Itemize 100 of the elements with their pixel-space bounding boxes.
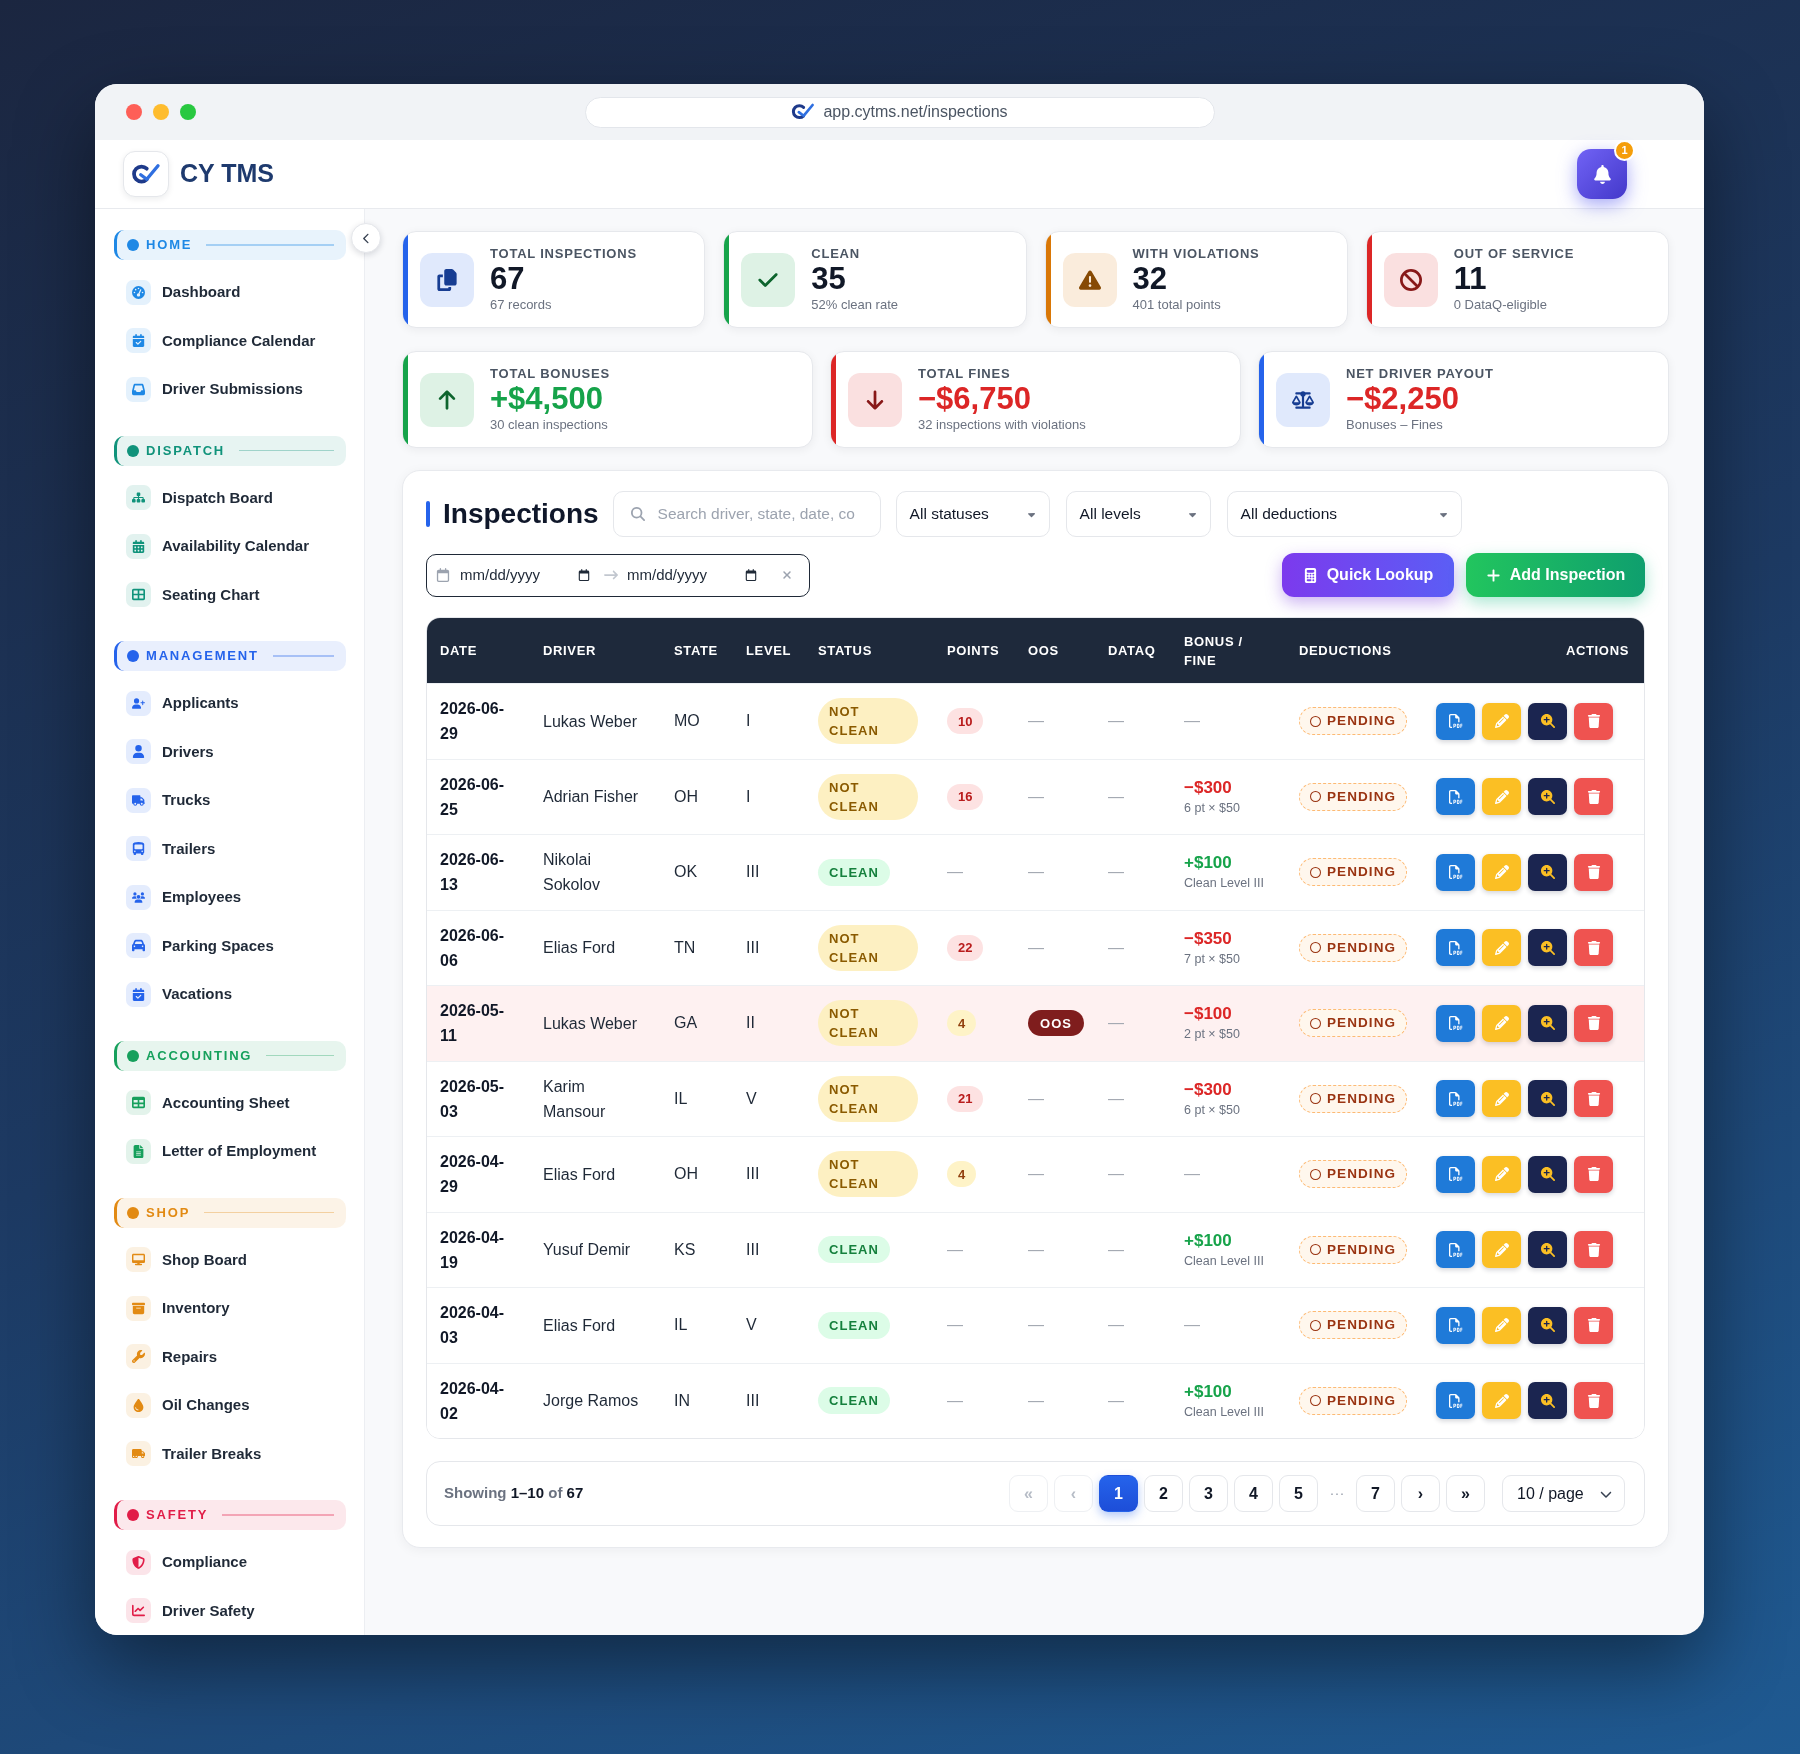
state-code: MO <box>674 711 700 732</box>
sidebar-item[interactable]: Seating Chart <box>114 570 346 619</box>
empty-value: — <box>1028 937 1044 958</box>
sidebar-item[interactable]: Availability Calendar <box>114 522 346 571</box>
sidebar-item[interactable]: Dispatch Board <box>114 473 346 522</box>
sidebar-item[interactable]: Compliance Calendar <box>114 316 346 365</box>
delete-button[interactable] <box>1574 853 1613 891</box>
sidebar-item[interactable]: Accounting Sheet <box>114 1078 346 1127</box>
column-header: ACTIONS <box>1565 642 1629 660</box>
zoom-button[interactable] <box>1528 1080 1567 1118</box>
page-button[interactable]: 5 <box>1279 1475 1318 1512</box>
sidebar-item[interactable]: Letter of Employment <box>114 1127 346 1176</box>
bonus-fine-amount: −$350 <box>1184 927 1233 950</box>
empty-value: — <box>1108 1315 1124 1336</box>
pencil-icon <box>1494 1393 1509 1408</box>
delete-button[interactable] <box>1574 1004 1613 1042</box>
start-date-input[interactable]: mm/dd/yyyy <box>460 563 566 587</box>
filter-dropdown[interactable]: All levels <box>1065 491 1211 537</box>
sidebar-item[interactable]: Repairs <box>114 1332 346 1381</box>
pdf-button[interactable] <box>1436 929 1475 967</box>
filter-dropdown[interactable]: All statuses <box>895 491 1050 537</box>
trash-icon <box>1586 1318 1601 1333</box>
sidebar-item[interactable]: Driver Safety <box>114 1586 346 1635</box>
page-nav-button[interactable]: » <box>1446 1475 1485 1512</box>
sidebar-item[interactable]: Applicants <box>114 679 346 728</box>
zoom-button[interactable] <box>1528 1155 1567 1193</box>
end-date-input[interactable]: mm/dd/yyyy <box>627 563 733 587</box>
delete-button[interactable] <box>1574 1382 1613 1420</box>
bus-icon <box>126 836 151 862</box>
pdf-button[interactable] <box>1436 1004 1475 1042</box>
page-button[interactable]: 4 <box>1234 1475 1273 1512</box>
scale-icon <box>1276 372 1330 427</box>
page-button[interactable]: 3 <box>1189 1475 1228 1512</box>
sidebar-item[interactable]: Employees <box>114 873 346 922</box>
zoom-button[interactable] <box>1528 929 1567 967</box>
sidebar-item[interactable]: Driver Submissions <box>114 365 346 414</box>
calculator-icon <box>1302 567 1318 583</box>
delete-button[interactable] <box>1574 1231 1613 1269</box>
zoom-button[interactable] <box>1528 1231 1567 1269</box>
sidebar-item[interactable]: Drivers <box>114 727 346 776</box>
bonus-fine-amount: +$100 <box>1184 1229 1233 1252</box>
close-window-icon[interactable] <box>126 104 142 120</box>
page-button[interactable]: 2 <box>1144 1475 1183 1512</box>
zoom-button[interactable] <box>1528 1004 1567 1042</box>
empty-value: — <box>1108 711 1124 732</box>
search-icon <box>630 507 645 521</box>
sidebar-item[interactable]: Oil Changes <box>114 1381 346 1430</box>
delete-button[interactable] <box>1574 1080 1613 1118</box>
sidebar-item[interactable]: Trailer Breaks <box>114 1429 346 1478</box>
date-range-picker[interactable]: mm/dd/yyyy mm/dd/yyyy <box>426 553 810 597</box>
delete-button[interactable] <box>1574 1306 1613 1344</box>
inspection-level: I <box>746 711 751 732</box>
state-code: TN <box>674 937 696 958</box>
sidebar-item[interactable]: Shop Board <box>114 1235 346 1284</box>
empty-value: — <box>947 1315 963 1336</box>
delete-button[interactable] <box>1574 702 1613 740</box>
sidebar-item[interactable]: Dashboard <box>114 268 346 317</box>
state-code: GA <box>674 1013 698 1034</box>
zoom-button[interactable] <box>1528 853 1567 891</box>
bonus-fine-note: 2 pt × $50 <box>1184 1026 1240 1044</box>
delete-button[interactable] <box>1574 778 1613 816</box>
page-button[interactable]: 1 <box>1099 1475 1138 1512</box>
quick-lookup-button[interactable]: Quick Lookup <box>1282 553 1454 597</box>
maximize-window-icon[interactable] <box>180 104 196 120</box>
state-code: OH <box>674 1164 698 1185</box>
sidebar-item[interactable]: Trailers <box>114 824 346 873</box>
stat-note: 32 inspections with violations <box>918 416 1086 433</box>
zoom-button[interactable] <box>1528 702 1567 740</box>
document-icon <box>126 1138 151 1164</box>
delete-button[interactable] <box>1574 1155 1613 1193</box>
inspection-level: III <box>746 862 760 883</box>
chart-line-icon <box>126 1598 151 1624</box>
zoom-button[interactable] <box>1528 1306 1567 1344</box>
sidebar-item[interactable]: Trucks <box>114 776 346 825</box>
pdf-button[interactable] <box>1436 1155 1475 1193</box>
sidebar-item[interactable]: Parking Spaces <box>114 921 346 970</box>
empty-value: — <box>1184 1315 1200 1336</box>
bonus-fine-note: 6 pt × $50 <box>1184 799 1240 817</box>
sidebar-item[interactable]: Compliance <box>114 1538 346 1587</box>
zoom-button[interactable] <box>1528 778 1567 816</box>
pdf-button[interactable] <box>1436 1382 1475 1420</box>
clear-icon[interactable] <box>781 569 793 581</box>
pdf-button[interactable] <box>1436 778 1475 816</box>
sidebar-item[interactable]: Vacations <box>114 970 346 1019</box>
pdf-button[interactable] <box>1436 1306 1475 1344</box>
pdf-button[interactable] <box>1436 1080 1475 1118</box>
shield-icon <box>126 1549 151 1575</box>
pdf-button[interactable] <box>1436 1231 1475 1269</box>
zoom-button[interactable] <box>1528 1382 1567 1420</box>
page-nav-button[interactable]: › <box>1401 1475 1440 1512</box>
filter-dropdown[interactable]: All deductions <box>1226 491 1462 537</box>
delete-button[interactable] <box>1574 929 1613 967</box>
search-field[interactable]: Search driver, state, date, co <box>612 491 881 537</box>
page-button[interactable]: 7 <box>1356 1475 1395 1512</box>
address-bar[interactable]: app.cytms.net/inspections <box>584 96 1215 128</box>
section-title: MANAGEMENT <box>146 648 259 664</box>
pdf-button[interactable] <box>1436 853 1475 891</box>
sidebar-item[interactable]: Inventory <box>114 1284 346 1333</box>
page-size-select[interactable]: 10 / page <box>1502 1475 1625 1512</box>
pdf-button[interactable] <box>1436 702 1475 740</box>
